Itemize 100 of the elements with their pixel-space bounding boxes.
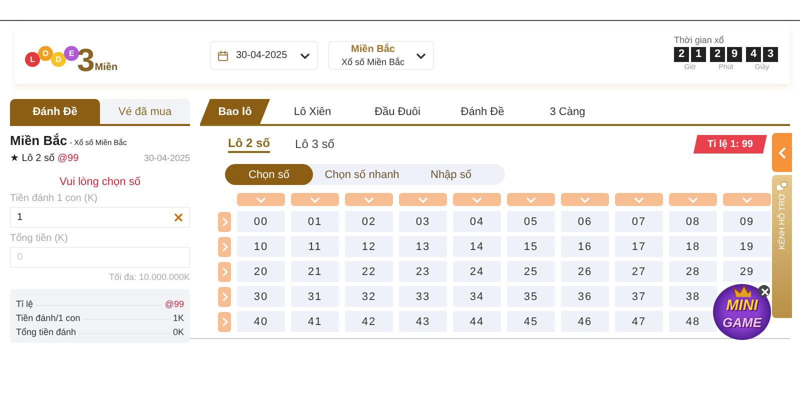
number-cell[interactable]: 46 bbox=[561, 311, 609, 332]
number-cell[interactable]: 43 bbox=[399, 311, 447, 332]
game-tab[interactable]: Đầu Đuôi bbox=[355, 99, 440, 124]
region-select[interactable]: Miền Bắc Xổ số Miền Bắc bbox=[328, 41, 434, 70]
number-cell[interactable]: 01 bbox=[291, 211, 339, 232]
column-select-button[interactable] bbox=[561, 193, 609, 206]
number-cell[interactable]: 08 bbox=[669, 211, 717, 232]
number-cell[interactable]: 22 bbox=[345, 261, 393, 282]
field-label: Tổng tiền (K) bbox=[10, 233, 69, 244]
column-select-button[interactable] bbox=[237, 193, 285, 206]
panel-tab[interactable]: Vé đã mua bbox=[100, 99, 190, 124]
number-cell[interactable]: 36 bbox=[561, 286, 609, 307]
summary-value: @99 bbox=[164, 299, 184, 309]
number-cell[interactable]: 14 bbox=[453, 236, 501, 257]
number-cell[interactable]: 07 bbox=[615, 211, 663, 232]
number-cell[interactable]: 11 bbox=[291, 236, 339, 257]
number-cell[interactable]: 06 bbox=[561, 211, 609, 232]
number-cell[interactable]: 29 bbox=[723, 261, 771, 282]
number-cell[interactable]: 10 bbox=[237, 236, 285, 257]
column-select-button[interactable] bbox=[669, 193, 717, 206]
summary-label: Tỉ lệ bbox=[16, 299, 34, 309]
column-select-button[interactable] bbox=[291, 193, 339, 206]
number-cell[interactable]: 20 bbox=[237, 261, 285, 282]
number-cell[interactable]: 18 bbox=[669, 236, 717, 257]
logo-ball: D bbox=[51, 52, 66, 66]
column-select-button[interactable] bbox=[507, 193, 555, 206]
number-cell[interactable]: 16 bbox=[561, 236, 609, 257]
number-cell[interactable]: 21 bbox=[291, 261, 339, 282]
number-cell[interactable]: 40 bbox=[237, 311, 285, 332]
mode-tab[interactable]: Nhập số bbox=[411, 164, 491, 185]
number-cell[interactable]: 48 bbox=[669, 311, 717, 332]
logo-ball: E bbox=[64, 46, 79, 60]
date-select[interactable]: 30-04-2025 bbox=[210, 41, 318, 70]
sub-tab[interactable]: Lô 3 số bbox=[295, 136, 334, 152]
number-cell[interactable]: 35 bbox=[507, 286, 555, 307]
close-icon bbox=[758, 286, 770, 296]
close-button[interactable] bbox=[758, 285, 770, 297]
column-select-button[interactable] bbox=[723, 193, 771, 206]
mode-tab[interactable]: Chọn số bbox=[225, 164, 313, 185]
number-cell[interactable]: 45 bbox=[507, 311, 555, 332]
number-cell[interactable]: 44 bbox=[453, 311, 501, 332]
number-cell[interactable]: 31 bbox=[291, 286, 339, 307]
countdown-label: Thời gian xổ bbox=[674, 34, 725, 44]
bet-date: 30-04-2025 bbox=[144, 153, 190, 163]
game-tab[interactable]: 3 Càng bbox=[525, 99, 610, 124]
number-cell[interactable]: 04 bbox=[453, 211, 501, 232]
number-cell[interactable]: 32 bbox=[345, 286, 393, 307]
minigame-logo[interactable]: MINI GAME bbox=[713, 284, 771, 340]
summary-label: Tiền đánh/1 con bbox=[16, 313, 80, 323]
number-cell[interactable]: 27 bbox=[615, 261, 663, 282]
column-select-button[interactable] bbox=[615, 193, 663, 206]
field-label: Tiền đánh 1 con (K) bbox=[10, 193, 98, 204]
chat-icon bbox=[776, 181, 788, 191]
number-cell[interactable]: 28 bbox=[669, 261, 717, 282]
column-select-button[interactable] bbox=[345, 193, 393, 206]
input-field[interactable]: 1 bbox=[10, 207, 190, 228]
bet-type: ★ Lô 2 số @99 bbox=[10, 152, 79, 164]
number-cell[interactable]: 23 bbox=[399, 261, 447, 282]
number-cell[interactable]: 19 bbox=[723, 236, 771, 257]
crown-icon bbox=[733, 285, 751, 297]
number-cell[interactable]: 00 bbox=[237, 211, 285, 232]
number-cell[interactable]: 05 bbox=[507, 211, 555, 232]
number-cell[interactable]: 12 bbox=[345, 236, 393, 257]
number-cell[interactable]: 25 bbox=[507, 261, 555, 282]
collapse-tab[interactable] bbox=[772, 133, 792, 172]
row-select-button[interactable] bbox=[218, 236, 231, 256]
number-cell[interactable]: 17 bbox=[615, 236, 663, 257]
number-cell[interactable]: 33 bbox=[399, 286, 447, 307]
logo-ball: O bbox=[38, 46, 53, 60]
logo-ball: L bbox=[25, 52, 40, 66]
row-select-button[interactable] bbox=[218, 212, 231, 232]
column-select-button[interactable] bbox=[453, 193, 501, 206]
number-cell[interactable]: 15 bbox=[507, 236, 555, 257]
number-cell[interactable]: 02 bbox=[345, 211, 393, 232]
panel-tab[interactable]: Đánh Đề bbox=[10, 99, 100, 124]
game-tab[interactable]: Bao lô bbox=[200, 99, 270, 124]
row-select-button[interactable] bbox=[218, 312, 231, 332]
number-cell[interactable]: 24 bbox=[453, 261, 501, 282]
countdown-digit: 2 bbox=[674, 46, 689, 62]
countdown-digit: 2 bbox=[710, 46, 725, 62]
column-select-button[interactable] bbox=[399, 193, 447, 206]
number-cell[interactable]: 34 bbox=[453, 286, 501, 307]
row-select-button[interactable] bbox=[218, 262, 231, 282]
number-cell[interactable]: 42 bbox=[345, 311, 393, 332]
warning-text: Vui lòng chọn số bbox=[58, 176, 142, 188]
number-cell[interactable]: 26 bbox=[561, 261, 609, 282]
number-cell[interactable]: 41 bbox=[291, 311, 339, 332]
number-cell[interactable]: 09 bbox=[723, 211, 771, 232]
game-tab[interactable]: Lô Xiên bbox=[270, 99, 355, 124]
number-cell[interactable]: 38 bbox=[669, 286, 717, 307]
number-cell[interactable]: 13 bbox=[399, 236, 447, 257]
number-cell[interactable]: 37 bbox=[615, 286, 663, 307]
limit-text: Tối đa: 10.000.000K bbox=[108, 272, 190, 282]
number-cell[interactable]: 30 bbox=[237, 286, 285, 307]
row-select-button[interactable] bbox=[218, 286, 231, 306]
mode-tab[interactable]: Chọn số nhanh bbox=[313, 164, 411, 185]
number-cell[interactable]: 47 bbox=[615, 311, 663, 332]
sub-tab[interactable]: Lô 2 số bbox=[228, 136, 270, 152]
number-cell[interactable]: 03 bbox=[399, 211, 447, 232]
game-tab[interactable]: Đánh Đề bbox=[440, 99, 525, 124]
